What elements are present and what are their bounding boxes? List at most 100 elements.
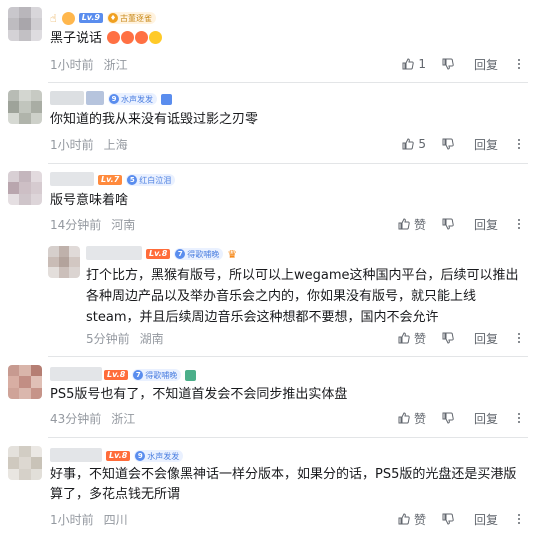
divider bbox=[48, 163, 528, 164]
like-label: 赞 bbox=[413, 331, 426, 346]
like-button[interactable]: 5 bbox=[402, 137, 426, 151]
emoji-icon bbox=[61, 11, 75, 25]
dislike-button[interactable] bbox=[442, 138, 458, 150]
user-header: Lv.8 7 得歌哺晚 bbox=[104, 367, 197, 383]
emoji-icon bbox=[149, 31, 163, 44]
dislike-button[interactable] bbox=[442, 513, 458, 525]
username-hidden[interactable] bbox=[50, 172, 94, 186]
reply-label: 回复 bbox=[473, 411, 498, 426]
comment-meta: 43分钟前 浙江 bbox=[50, 410, 145, 426]
reply-label: 回复 bbox=[473, 512, 498, 527]
like-button[interactable]: 赞 bbox=[398, 216, 426, 233]
vip-icon bbox=[161, 93, 172, 105]
reply-button[interactable]: 回复 bbox=[474, 410, 498, 427]
comment-meta: 14分钟前 河南 bbox=[50, 216, 145, 232]
fan-medal[interactable]: 9 水声发发 bbox=[108, 93, 157, 105]
user-header: Lv.8 9 水声发发 bbox=[106, 448, 184, 464]
medal-label: 水声发发 bbox=[147, 451, 180, 461]
thumb-up-icon bbox=[398, 218, 410, 230]
reply-button[interactable]: 回复 bbox=[474, 216, 498, 233]
thumb-down-icon bbox=[442, 332, 454, 344]
dislike-button[interactable] bbox=[442, 58, 458, 70]
reply-button[interactable]: 回复 bbox=[474, 330, 498, 347]
like-button[interactable]: 赞 bbox=[398, 410, 426, 427]
like-button[interactable]: 1 bbox=[402, 57, 426, 71]
more-button[interactable] bbox=[514, 513, 528, 525]
more-button[interactable] bbox=[514, 138, 528, 150]
like-button[interactable]: 赞 bbox=[398, 511, 426, 528]
reply-button[interactable]: 回复 bbox=[474, 136, 498, 153]
username-hidden[interactable] bbox=[86, 246, 142, 260]
avatar[interactable] bbox=[8, 7, 42, 41]
emoji-icon: ☝ bbox=[50, 11, 57, 25]
thumb-up-icon bbox=[402, 58, 415, 70]
avatar[interactable] bbox=[8, 446, 42, 480]
fan-medal[interactable]: 5 红白泣泪 bbox=[126, 174, 176, 186]
avatar[interactable] bbox=[8, 90, 42, 124]
comment-text: 打个比方，黑猴有版号，所以可以上wegame这种国内平台，后续可以推出各种周边产… bbox=[86, 268, 519, 325]
timestamp: 1小时前 bbox=[50, 137, 94, 152]
thumb-down-icon bbox=[442, 58, 454, 70]
like-label: 赞 bbox=[413, 411, 426, 426]
comment-actions: 赞 回复 bbox=[382, 410, 528, 426]
thumb-down-icon bbox=[442, 513, 454, 525]
user-header: Lv.8 7 得歌哺晚 ♛ bbox=[146, 246, 237, 262]
reply-button[interactable]: 回复 bbox=[474, 56, 498, 73]
timestamp: 1小时前 bbox=[50, 512, 94, 527]
location: 浙江 bbox=[111, 411, 136, 426]
medal-label: 古董逐雀 bbox=[119, 13, 152, 23]
user-header: Lv.7 5 红白泣泪 bbox=[98, 172, 176, 188]
divider bbox=[48, 437, 528, 438]
location: 湖南 bbox=[139, 331, 164, 346]
username-hidden[interactable] bbox=[50, 91, 84, 105]
fan-medal[interactable]: 9 水声发发 bbox=[134, 450, 184, 462]
username-hidden[interactable] bbox=[86, 91, 104, 105]
user-header: ☝ Lv.9 ♦ 古董逐雀 bbox=[50, 10, 156, 26]
more-button[interactable] bbox=[514, 412, 528, 424]
emoji-icon bbox=[107, 31, 121, 44]
dislike-button[interactable] bbox=[442, 412, 458, 424]
thumb-up-icon bbox=[398, 513, 410, 525]
more-icon bbox=[518, 333, 520, 343]
timestamp: 14分钟前 bbox=[50, 217, 102, 232]
fan-medal[interactable]: ♦ 古董逐雀 bbox=[106, 12, 156, 24]
like-label: 赞 bbox=[413, 217, 426, 232]
comment-actions: 赞 回复 bbox=[382, 511, 528, 527]
comment-meta: 5分钟前 湖南 bbox=[86, 330, 174, 346]
dislike-button[interactable] bbox=[442, 332, 458, 344]
user-header: 9 水声发发 bbox=[108, 91, 172, 107]
emoji-icon bbox=[121, 31, 135, 44]
reply-button[interactable]: 回复 bbox=[474, 511, 498, 528]
emoji-icon: ♛ bbox=[227, 247, 238, 261]
dislike-button[interactable] bbox=[442, 218, 458, 230]
comment-actions: 5 回复 bbox=[386, 136, 528, 152]
avatar[interactable] bbox=[8, 365, 42, 399]
avatar[interactable] bbox=[8, 171, 42, 205]
location: 四川 bbox=[103, 512, 128, 527]
like-count: 5 bbox=[418, 137, 426, 151]
like-count: 1 bbox=[418, 57, 426, 71]
fan-medal[interactable]: 7 得歌哺晚 bbox=[174, 248, 224, 260]
medal-label: 红白泣泪 bbox=[139, 175, 172, 185]
comment-text: 版号意味着啥 bbox=[50, 193, 129, 208]
more-button[interactable] bbox=[514, 332, 528, 344]
timestamp: 1小时前 bbox=[50, 57, 94, 72]
username-hidden[interactable] bbox=[50, 448, 102, 462]
fan-medal[interactable]: 7 得歌哺晚 bbox=[132, 369, 182, 381]
divider bbox=[48, 82, 528, 83]
emoji-icon bbox=[135, 31, 149, 44]
medal-label: 得歌哺晚 bbox=[187, 249, 220, 259]
medal-label: 水声发发 bbox=[121, 94, 153, 104]
avatar[interactable] bbox=[48, 246, 80, 278]
more-button[interactable] bbox=[514, 218, 528, 230]
comment-meta: 1小时前 上海 bbox=[50, 136, 138, 152]
location: 浙江 bbox=[103, 57, 128, 72]
thumb-up-icon bbox=[398, 332, 410, 344]
medal-label: 得歌哺晚 bbox=[145, 370, 178, 380]
thumb-up-icon bbox=[398, 412, 410, 424]
timestamp: 5分钟前 bbox=[86, 331, 130, 346]
more-button[interactable] bbox=[514, 58, 528, 70]
reply-label: 回复 bbox=[473, 137, 498, 152]
like-button[interactable]: 赞 bbox=[398, 330, 426, 347]
username-hidden[interactable] bbox=[50, 367, 102, 381]
